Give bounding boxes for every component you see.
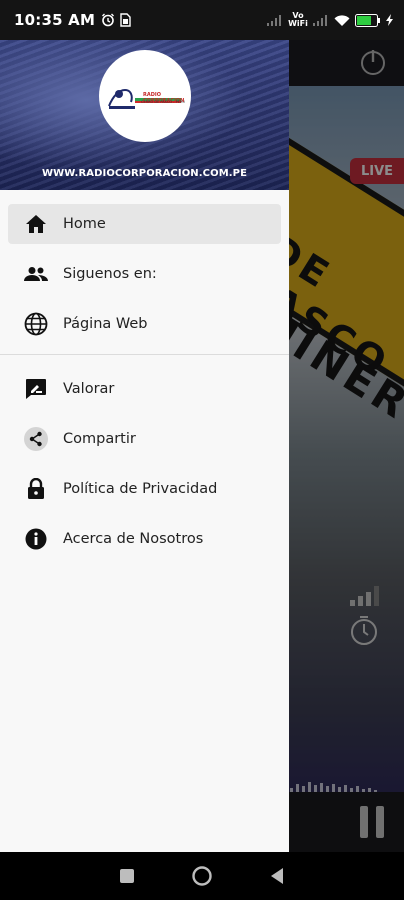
battery-icon [355,13,381,27]
logo-text-bottom: CERRO DE PASCO - PERU [141,100,185,104]
wifi-icon [334,14,350,27]
menu-item-label: Página Web [63,316,148,332]
signal-icon [313,14,329,26]
menu-item-pagina-web[interactable]: Página Web [8,304,281,344]
menu-item-label: Compartir [63,431,136,447]
menu-item-compartir[interactable]: Compartir [8,419,281,459]
network-label: Vo WiFi [288,11,308,28]
globe-icon [24,312,48,336]
station-website-url: WWW.RADIOCORPORACION.COM.PE [41,168,248,179]
status-time: 10:35 AM [14,11,96,29]
menu-item-home[interactable]: Home [8,204,281,244]
vowifi-icon: Vo WiFi [288,12,308,28]
menu-item-siguenos[interactable]: Siguenos en: [8,254,281,294]
share-icon [24,427,48,451]
drawer-header: RADIO CORPORACION CERRO DE PASCO - PERU … [0,40,289,190]
drawer-menu: Home Siguenos en: Página Web Valorar Com… [0,190,289,559]
system-navigation-bar [0,852,404,900]
lock-icon [24,477,48,501]
menu-divider [0,354,289,355]
rate-review-icon [24,377,48,401]
menu-item-label: Acerca de Nosotros [63,531,204,547]
menu-item-politica-privacidad[interactable]: Política de Privacidad [8,469,281,509]
menu-item-label: Siguenos en: [63,266,157,282]
status-bar: 10:35 AM Vo WiFi [0,0,404,40]
menu-item-label: Política de Privacidad [63,481,218,497]
info-icon [24,527,48,551]
people-icon [24,262,48,286]
back-icon[interactable] [265,864,289,888]
recents-icon[interactable] [115,864,139,888]
menu-item-label: Home [63,216,106,232]
charging-icon [386,14,394,26]
sim-icon [120,13,131,27]
menu-item-acerca-de-nosotros[interactable]: Acerca de Nosotros [8,519,281,559]
alarm-icon [101,13,115,27]
signal-icon [267,14,283,26]
home-circle-icon[interactable] [190,864,214,888]
navigation-drawer: RADIO CORPORACION CERRO DE PASCO - PERU … [0,40,289,852]
menu-item-label: Valorar [63,381,115,397]
menu-item-valorar[interactable]: Valorar [8,369,281,409]
station-logo: RADIO CORPORACION CERRO DE PASCO - PERU [99,50,191,142]
home-icon [24,212,48,236]
